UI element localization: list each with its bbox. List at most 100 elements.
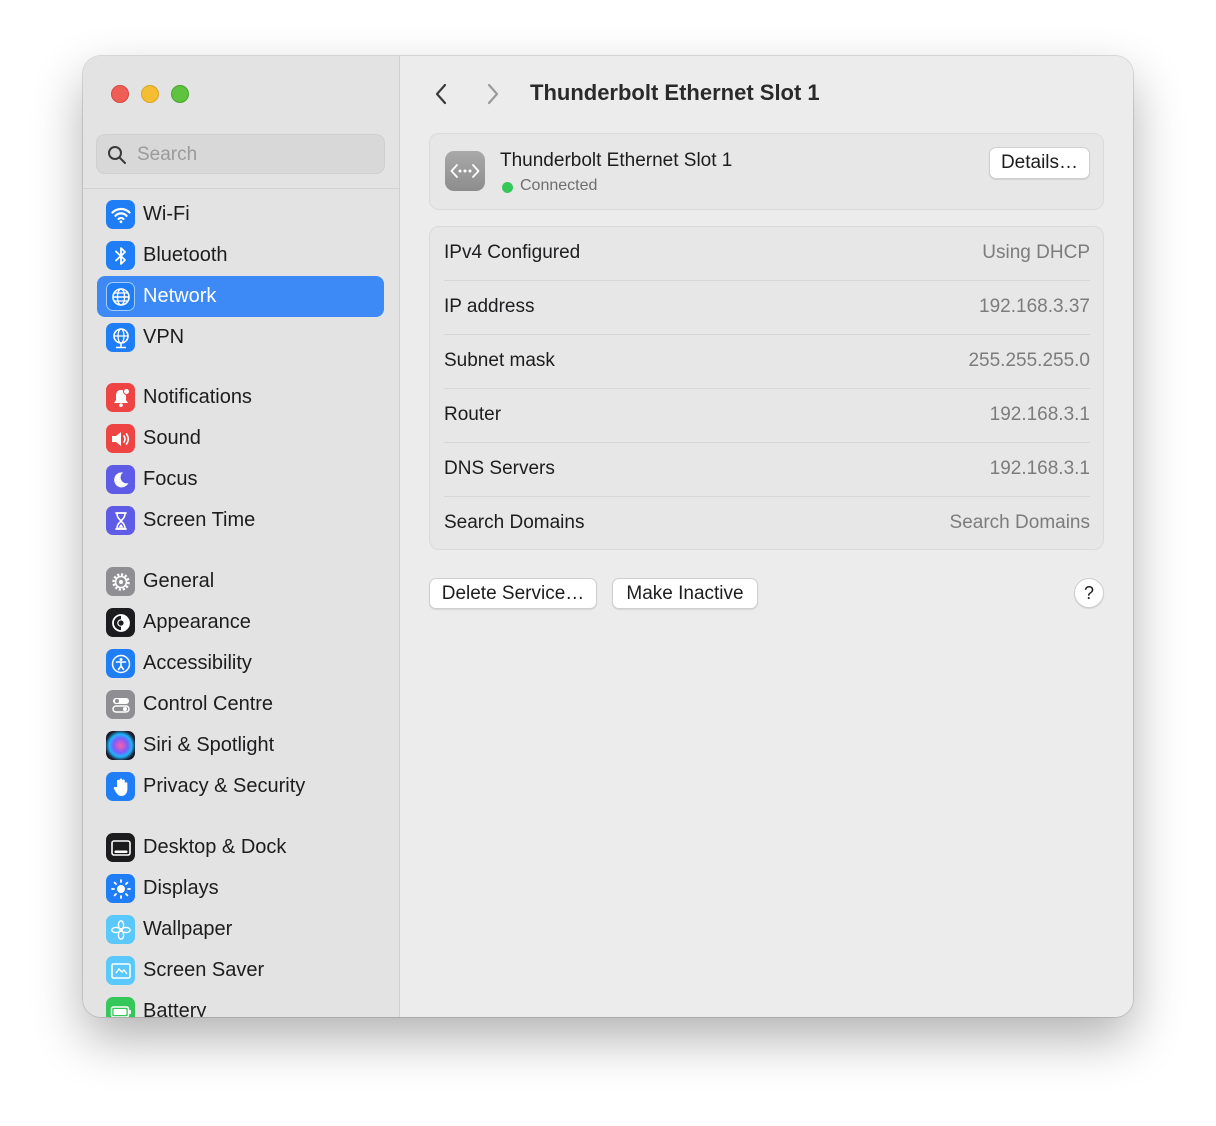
sidebar-item-control-centre[interactable]: Control Centre	[97, 684, 384, 725]
sidebar-item-label: Displays	[143, 877, 219, 899]
sidebar-item-accessibility[interactable]: Accessibility	[97, 643, 384, 684]
sidebar-item-label: Wallpaper	[143, 918, 233, 940]
sidebar-item-label: Wi-Fi	[143, 203, 190, 225]
sidebar-item-label: VPN	[143, 326, 185, 348]
sidebar-item-bluetooth[interactable]: Bluetooth	[97, 235, 384, 276]
gear-icon	[106, 567, 135, 596]
sidebar-item-label: Desktop & Dock	[143, 836, 287, 858]
detail-value: 192.168.3.1	[989, 458, 1090, 479]
sidebar-item-label: Battery	[143, 1000, 207, 1017]
sidebar-item-displays[interactable]: Displays	[97, 868, 384, 909]
sidebar-item-privacy-security[interactable]: Privacy & Security	[97, 766, 384, 807]
appearance-icon	[106, 608, 135, 637]
detail-value: 255.255.255.0	[968, 350, 1090, 371]
detail-label: Router	[444, 404, 502, 425]
sidebar-item-label: Siri & Spotlight	[143, 734, 275, 756]
flower-icon	[106, 915, 135, 944]
sidebar-item-battery[interactable]: Battery	[97, 991, 384, 1017]
delete-service-button[interactable]: Delete Service…	[429, 578, 597, 609]
hand-icon	[106, 772, 135, 801]
sidebar-item-sound[interactable]: Sound	[97, 418, 384, 459]
connection-card: Thunderbolt Ethernet Slot 1 Connected De…	[429, 133, 1104, 210]
forward-button[interactable]	[479, 80, 507, 108]
dock-icon	[106, 833, 135, 862]
page-title: Thunderbolt Ethernet Slot 1	[530, 80, 820, 105]
ethernet-icon	[445, 151, 485, 191]
detail-value[interactable]: Using DHCP	[982, 242, 1090, 264]
detail-value[interactable]: Search Domains	[950, 512, 1090, 534]
back-button[interactable]	[427, 80, 455, 108]
minimize-window-button[interactable]	[141, 85, 159, 103]
sidebar-item-wallpaper[interactable]: Wallpaper	[97, 909, 384, 950]
detail-value: 192.168.3.1	[989, 404, 1090, 425]
sidebar-item-screen-time[interactable]: Screen Time	[97, 500, 384, 541]
network-details-card: IPv4 Configured Using DHCP IP address 19…	[429, 226, 1104, 550]
bluetooth-icon	[106, 241, 135, 270]
search-input[interactable]	[135, 135, 379, 175]
moon-icon	[106, 465, 135, 494]
sidebar-item-label: Appearance	[143, 611, 251, 633]
screen-saver-icon	[106, 956, 135, 985]
sidebar-item-vpn[interactable]: VPN	[97, 317, 384, 358]
detail-row: IPv4 Configured Using DHCP	[444, 227, 1090, 281]
detail-label: IP address	[444, 296, 535, 317]
sidebar-item-wifi[interactable]: Wi-Fi	[97, 194, 384, 235]
detail-row: IP address 192.168.3.37	[444, 281, 1090, 335]
detail-label: Search Domains	[444, 512, 585, 533]
sidebar-item-appearance[interactable]: Appearance	[97, 602, 384, 643]
control-centre-icon	[106, 690, 135, 719]
sidebar: Wi-Fi Bluetooth Network	[83, 56, 400, 1017]
detail-label: DNS Servers	[444, 458, 555, 479]
sidebar-item-label: Control Centre	[143, 693, 274, 715]
sidebar-item-label: General	[143, 570, 215, 592]
connection-status: Connected	[520, 177, 598, 194]
make-inactive-button[interactable]: Make Inactive	[612, 578, 758, 609]
detail-row: Search Domains Search Domains	[444, 497, 1090, 551]
sidebar-item-network[interactable]: Network	[97, 276, 384, 317]
sidebar-item-label: Screen Time	[143, 509, 256, 531]
main-panel: Thunderbolt Ethernet Slot 1 Thunderbolt …	[400, 56, 1133, 1017]
sidebar-item-label: Screen Saver	[143, 959, 265, 981]
detail-label: IPv4 Configured	[444, 242, 581, 263]
sidebar-item-screen-saver[interactable]: Screen Saver	[97, 950, 384, 991]
sidebar-item-notifications[interactable]: Notifications	[97, 377, 384, 418]
chevron-left-icon	[435, 83, 447, 105]
hourglass-icon	[106, 506, 135, 535]
connection-name: Thunderbolt Ethernet Slot 1	[500, 150, 733, 171]
sidebar-item-label: Accessibility	[143, 652, 252, 674]
settings-window: Wi-Fi Bluetooth Network	[83, 56, 1133, 1017]
wifi-icon	[106, 200, 135, 229]
close-window-button[interactable]	[111, 85, 129, 103]
accessibility-icon	[106, 649, 135, 678]
detail-label: Subnet mask	[444, 350, 555, 371]
sidebar-item-desktop-dock[interactable]: Desktop & Dock	[97, 827, 384, 868]
status-indicator-icon	[502, 182, 513, 193]
bell-icon	[106, 383, 135, 412]
sidebar-item-label: Notifications	[143, 386, 252, 408]
detail-value: 192.168.3.37	[979, 296, 1090, 317]
sidebar-item-focus[interactable]: Focus	[97, 459, 384, 500]
speaker-icon	[106, 424, 135, 453]
vpn-globe-icon	[106, 323, 135, 352]
sidebar-item-label: Network	[143, 285, 217, 307]
sidebar-item-label: Privacy & Security	[143, 775, 306, 797]
sidebar-item-siri-spotlight[interactable]: Siri & Spotlight	[97, 725, 384, 766]
sidebar-item-label: Focus	[143, 468, 198, 490]
zoom-window-button[interactable]	[171, 85, 189, 103]
chevron-right-icon	[487, 83, 499, 105]
search-field[interactable]	[96, 134, 385, 175]
globe-icon	[106, 282, 135, 311]
detail-row: Subnet mask 255.255.255.0	[444, 335, 1090, 389]
sidebar-item-label: Sound	[143, 427, 201, 449]
siri-icon	[106, 731, 135, 760]
details-button[interactable]: Details…	[989, 147, 1090, 179]
sun-icon	[106, 874, 135, 903]
sidebar-item-label: Bluetooth	[143, 244, 228, 266]
search-icon	[108, 146, 126, 164]
sidebar-divider	[83, 188, 399, 189]
detail-row: Router 192.168.3.1	[444, 389, 1090, 443]
help-button[interactable]: ?	[1074, 578, 1104, 608]
detail-row: DNS Servers 192.168.3.1	[444, 443, 1090, 497]
sidebar-item-general[interactable]: General	[97, 561, 384, 602]
battery-icon	[106, 997, 135, 1017]
